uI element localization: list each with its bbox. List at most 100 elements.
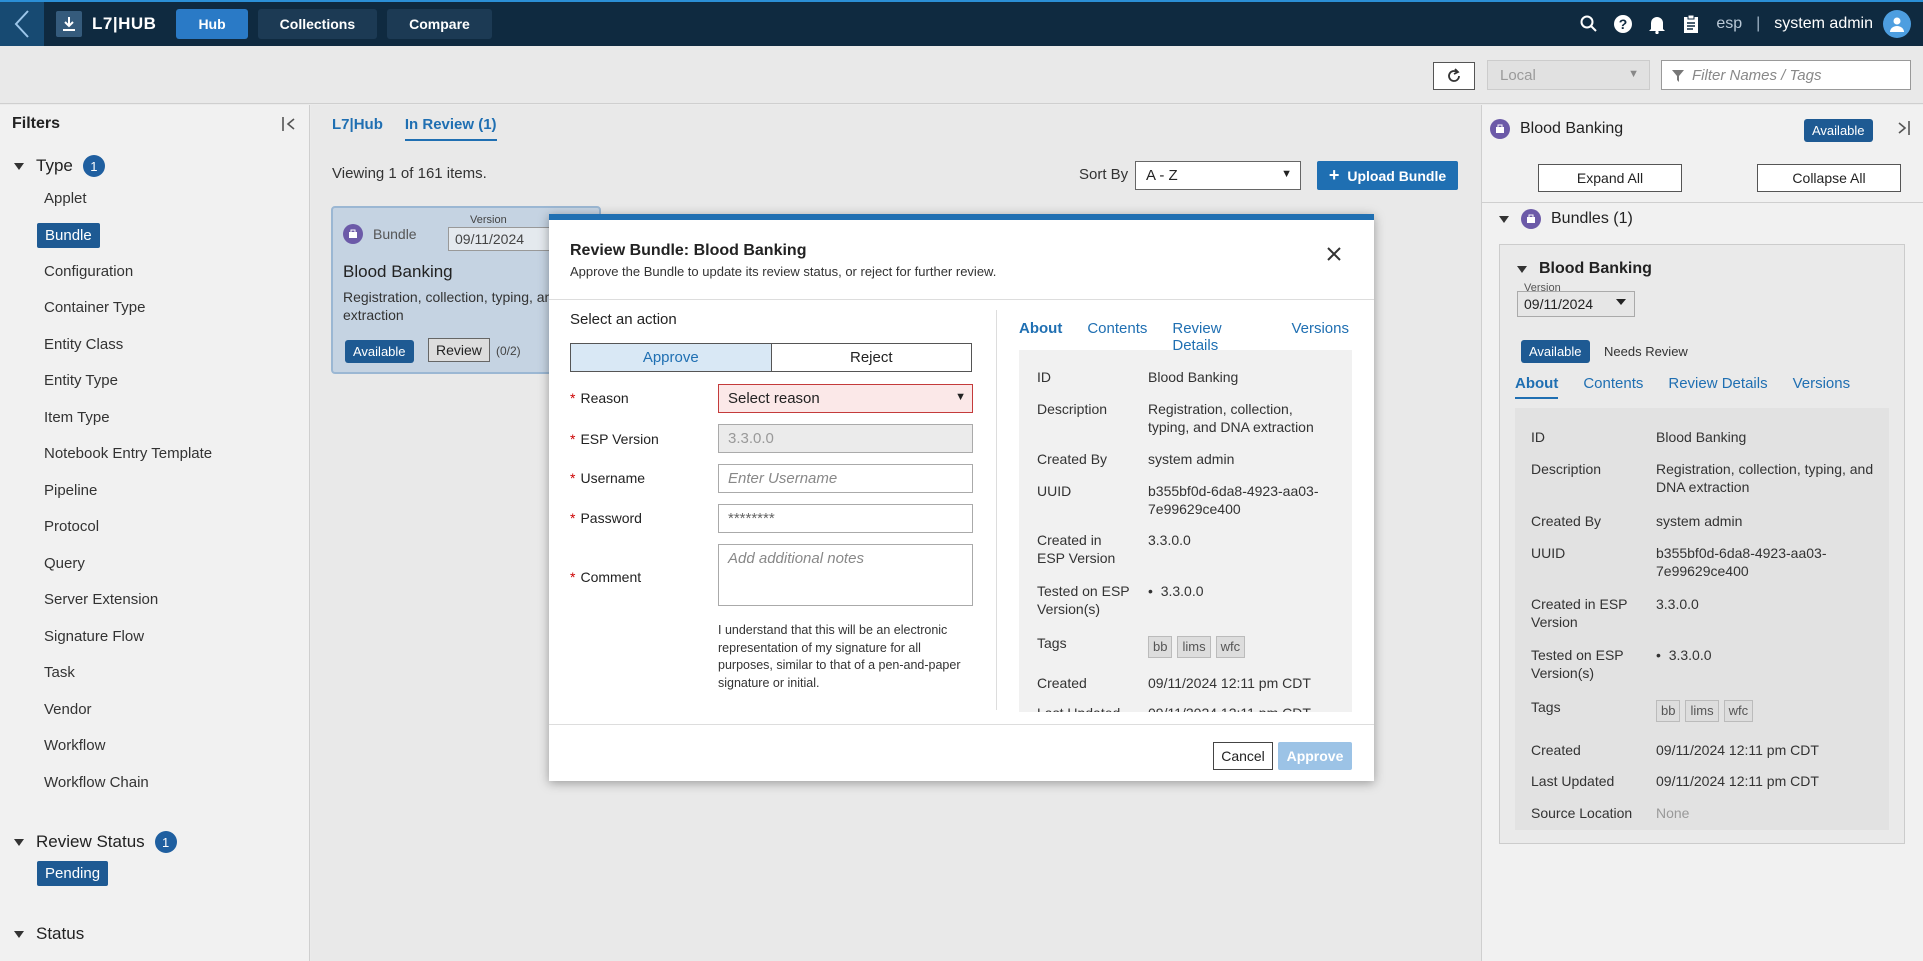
search-icon[interactable]	[1578, 13, 1600, 35]
tag-lims[interactable]: lims	[1177, 636, 1211, 658]
user-name[interactable]: system admin	[1774, 15, 1873, 33]
detail-panel: Blood Banking Available Expand All Colla…	[1481, 105, 1923, 961]
filter-type-entity-type[interactable]: Entity Type	[44, 372, 118, 389]
version-select[interactable]: 09/11/2024	[1517, 291, 1635, 317]
filter-type-protocol[interactable]: Protocol	[44, 518, 99, 535]
chevron-left-icon	[14, 10, 29, 38]
dialog-title: Review Bundle: Blood Banking	[570, 242, 807, 259]
card-type-label: Bundle	[373, 226, 417, 242]
collapse-panel-icon[interactable]	[282, 117, 298, 135]
collapse-all-button[interactable]: Collapse All	[1757, 164, 1901, 192]
filter-type-container-type[interactable]: Container Type	[44, 299, 145, 316]
filter-type-signature-flow[interactable]: Signature Flow	[44, 628, 144, 645]
tag-lims[interactable]: lims	[1685, 700, 1719, 722]
comment-textarea[interactable]: Add additional notes	[718, 544, 973, 606]
filter-type-configuration[interactable]: Configuration	[44, 263, 133, 280]
approve-button[interactable]: Approve	[1278, 742, 1352, 770]
cancel-button[interactable]: Cancel	[1213, 742, 1273, 770]
chevron-down-icon: ▼	[1281, 168, 1292, 180]
needs-review-label: Needs Review	[1604, 344, 1688, 359]
nav-hub[interactable]: Hub	[176, 9, 248, 39]
expand-all-button[interactable]: Expand All	[1538, 164, 1682, 192]
caret-down-icon	[14, 930, 24, 938]
tag-bb[interactable]: bb	[1656, 700, 1681, 722]
filter-type-notebook-entry-template[interactable]: Notebook Entry Template	[44, 445, 212, 462]
bell-icon[interactable]	[1646, 13, 1668, 35]
divider	[1482, 202, 1923, 203]
tab-contents[interactable]: Contents	[1583, 375, 1643, 399]
divider	[549, 299, 1374, 300]
chevron-down-icon: ▼	[1628, 68, 1639, 80]
avatar-icon[interactable]	[1883, 10, 1911, 38]
filter-type-entity-class[interactable]: Entity Class	[44, 336, 123, 353]
viewing-count: Viewing 1 of 161 items.	[332, 165, 487, 182]
brand[interactable]: L7|HUB	[56, 11, 156, 37]
clipboard-icon[interactable]	[1680, 13, 1702, 35]
esp-version-field: 3.3.0.0	[718, 424, 973, 453]
nav-collections[interactable]: Collections	[257, 9, 378, 39]
type-count-badge: 1	[82, 155, 105, 177]
password-input[interactable]: ********	[718, 504, 973, 533]
tab-about[interactable]: About	[1515, 375, 1559, 399]
tag-bb[interactable]: bb	[1148, 636, 1173, 658]
caret-down-icon	[1499, 215, 1509, 223]
detail-title: Blood Banking	[1520, 120, 1624, 137]
chevron-down-icon: ▼	[955, 391, 966, 403]
chevron-down-icon	[1616, 299, 1626, 305]
caret-down-icon	[14, 162, 24, 170]
type-section-header[interactable]: Type 1	[14, 155, 105, 177]
review-count-badge: 1	[154, 831, 177, 853]
breadcrumb: L7|Hub In Review (1)	[332, 116, 519, 141]
filter-type-workflow[interactable]: Workflow	[44, 737, 105, 754]
review-bundle-dialog: Review Bundle: Blood Banking Approve the…	[549, 214, 1374, 781]
tab-versions[interactable]: Versions	[1793, 375, 1851, 399]
brand-name: L7|HUB	[92, 14, 157, 33]
crumb-in-review[interactable]: In Review (1)	[404, 116, 497, 141]
username-input[interactable]: Enter Username	[718, 464, 973, 493]
card-version-select[interactable]: 09/11/2024	[448, 227, 558, 251]
crumb-hub[interactable]: L7|Hub	[332, 116, 383, 141]
filter-type-pipeline[interactable]: Pipeline	[44, 482, 97, 499]
sort-by-label: Sort By	[1079, 166, 1129, 183]
sort-select[interactable]: A - Z ▼	[1135, 161, 1301, 190]
review-button[interactable]: Review	[428, 338, 490, 362]
filter-names-input[interactable]: Filter Names / Tags	[1661, 60, 1911, 90]
filter-type-task[interactable]: Task	[44, 664, 75, 681]
close-icon[interactable]	[1326, 246, 1342, 266]
comment-label: * Comment	[570, 569, 642, 585]
filters-title: Filters	[12, 115, 61, 132]
tag-wfc[interactable]: wfc	[1215, 636, 1246, 658]
dialog-about-panel[interactable]: ID Blood Banking Description Registratio…	[1019, 350, 1352, 712]
refresh-button[interactable]	[1433, 62, 1475, 90]
filter-type-query[interactable]: Query	[44, 555, 85, 572]
filter-type-workflow-chain[interactable]: Workflow Chain	[44, 774, 149, 791]
filter-review-pending[interactable]: Pending	[37, 861, 109, 886]
select-action-label: Select an action	[570, 311, 677, 328]
filter-type-applet[interactable]: Applet	[44, 190, 87, 207]
bundle-detail-header[interactable]: Blood Banking	[1517, 260, 1652, 278]
reason-select[interactable]: Select reason ▼	[718, 384, 973, 413]
filter-type-item-type[interactable]: Item Type	[44, 409, 110, 426]
status-section-header[interactable]: Status	[14, 924, 84, 944]
nav-compare[interactable]: Compare	[387, 9, 492, 39]
divider	[549, 724, 1374, 725]
filter-type-server-extension[interactable]: Server Extension	[44, 591, 158, 608]
available-badge: Available	[1804, 119, 1873, 142]
review-status-section-header[interactable]: Review Status 1	[14, 831, 177, 853]
tag-wfc[interactable]: wfc	[1723, 700, 1754, 722]
reject-toggle[interactable]: Reject	[772, 344, 972, 371]
approve-toggle[interactable]: Approve	[571, 344, 772, 371]
back-button[interactable]	[0, 2, 44, 46]
close-panel-icon[interactable]	[1895, 121, 1911, 139]
filter-type-vendor[interactable]: Vendor	[44, 701, 92, 718]
upload-bundle-button[interactable]: + Upload Bundle	[1317, 161, 1458, 190]
filter-type-bundle[interactable]: Bundle	[37, 223, 100, 248]
divider: |	[1756, 15, 1761, 32]
caret-down-icon	[14, 838, 24, 846]
bundles-section-header[interactable]: Bundles (1)	[1499, 209, 1633, 229]
available-badge: Available	[345, 340, 414, 363]
location-select[interactable]: Local ▼	[1487, 60, 1650, 90]
help-icon[interactable]: ?	[1612, 13, 1634, 35]
tab-review-details[interactable]: Review Details	[1668, 375, 1767, 399]
available-badge: Available	[1521, 340, 1590, 363]
